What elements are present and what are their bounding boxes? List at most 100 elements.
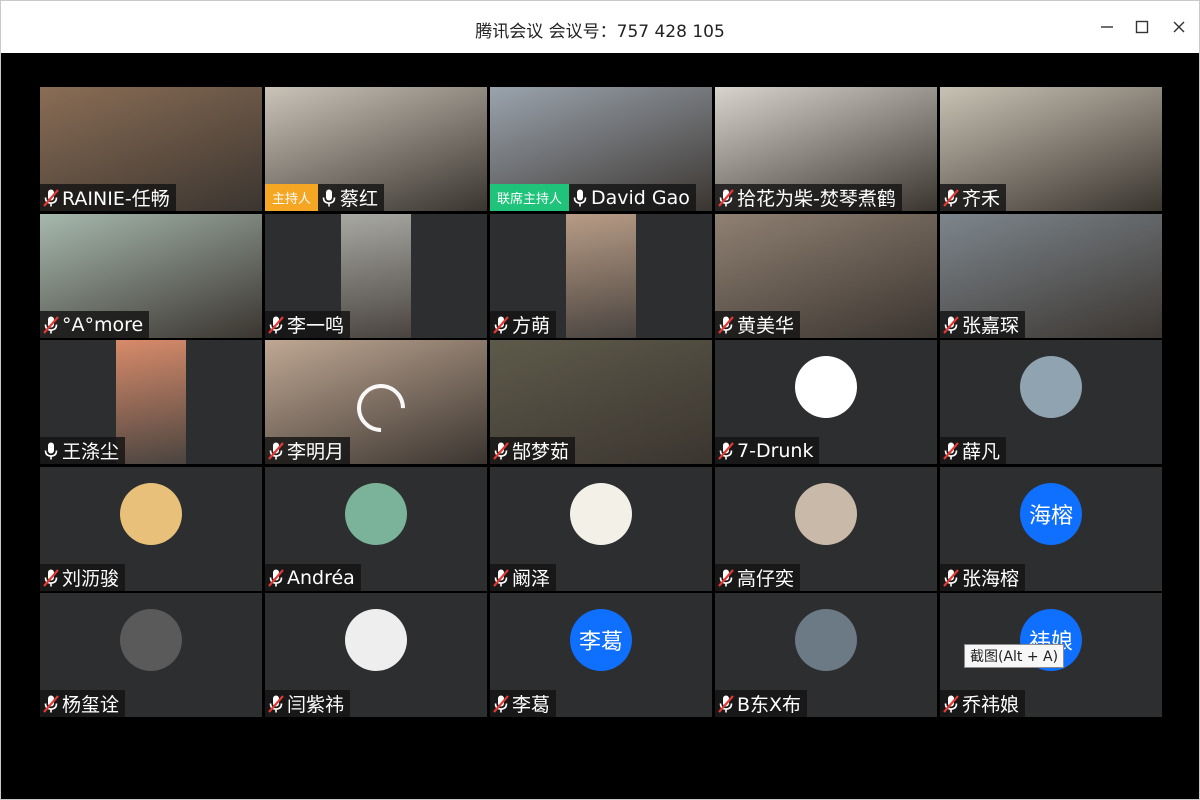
minimize-button[interactable] <box>1093 13 1121 41</box>
participant-tile[interactable]: 齐禾 <box>940 87 1162 211</box>
participant-name-box: 郜梦茹 <box>490 437 576 464</box>
minimize-icon <box>1101 26 1113 28</box>
microphone-muted-icon <box>492 441 510 461</box>
participant-label: °A°more <box>40 311 150 338</box>
participant-label: 闫紫祎 <box>265 690 351 717</box>
microphone-muted-icon <box>717 188 735 208</box>
participant-name: 张嘉琛 <box>962 315 1020 337</box>
microphone-muted-icon <box>492 568 510 588</box>
participant-tile[interactable]: 李明月 <box>265 340 487 464</box>
participant-name: 闫紫祎 <box>287 694 345 716</box>
participant-tile[interactable]: 黄美华 <box>715 214 937 338</box>
microphone-muted-icon <box>942 188 960 208</box>
participant-tile[interactable]: 李一鸣 <box>265 214 487 338</box>
participant-name: 郜梦茹 <box>512 441 570 463</box>
window-title: 腾讯会议 会议号：757 428 105 <box>475 22 725 42</box>
participant-label: 黄美华 <box>715 311 801 338</box>
participant-name: 齐禾 <box>962 188 1001 210</box>
microphone-muted-icon <box>267 315 285 335</box>
participant-label: 高仔奕 <box>715 564 801 591</box>
participant-tile[interactable]: 薛凡 <box>940 340 1162 464</box>
participant-name: David Gao <box>591 186 690 209</box>
participant-tile[interactable]: °A°more <box>40 214 262 338</box>
microphone-muted-icon <box>42 568 60 588</box>
participant-video <box>116 340 186 464</box>
microphone-muted-icon <box>492 694 510 714</box>
microphone-muted-icon <box>942 441 960 461</box>
participant-name: °A°more <box>62 313 144 336</box>
participant-avatar <box>120 609 182 671</box>
microphone-muted-icon <box>267 441 285 461</box>
participant-name: RAINIE-任畅 <box>62 188 170 210</box>
participant-tile[interactable]: 主持人 蔡红 <box>265 87 487 211</box>
avatar-initials: 李葛 <box>578 630 623 655</box>
participant-name-box: David Gao <box>569 184 696 211</box>
participant-label: 郜梦茹 <box>490 437 576 464</box>
participant-tile[interactable]: 拾花为柴-焚琴煮鹤 <box>715 87 937 211</box>
participant-tile[interactable]: 联席主持人 David Gao <box>490 87 712 211</box>
participant-label: 联席主持人 David Gao <box>490 184 696 211</box>
microphone-muted-icon <box>717 568 735 588</box>
participant-tile[interactable]: 海榕张海榕 <box>940 467 1162 591</box>
participant-avatar <box>795 356 857 418</box>
participant-label: 乔祎娘 <box>940 690 1026 717</box>
participant-tile[interactable]: Andréa <box>265 467 487 591</box>
microphone-icon <box>571 188 589 208</box>
participant-label: 李一鸣 <box>265 311 351 338</box>
participant-tile[interactable]: 闫紫祎 <box>265 593 487 717</box>
participant-label: 刘沥骏 <box>40 564 126 591</box>
participant-tile[interactable]: 李葛 李葛 <box>490 593 712 717</box>
participant-video <box>341 214 411 338</box>
participant-name: 蔡红 <box>340 188 379 210</box>
close-button[interactable] <box>1165 13 1193 41</box>
participant-tile[interactable]: B东X布 <box>715 593 937 717</box>
participant-label: B东X布 <box>715 690 808 717</box>
participant-name: 阚泽 <box>512 568 551 590</box>
participant-name: 7-Drunk <box>737 439 814 462</box>
microphone-muted-icon <box>717 694 735 714</box>
participant-name-box: 高仔奕 <box>715 564 801 591</box>
participant-name: B东X布 <box>737 694 802 716</box>
participant-label: 阚泽 <box>490 564 557 591</box>
participant-label: 主持人 蔡红 <box>265 184 385 211</box>
participant-tile[interactable]: 张嘉琛 <box>940 214 1162 338</box>
close-icon <box>1173 21 1185 33</box>
participant-name-box: 李一鸣 <box>265 311 351 338</box>
participant-name-box: RAINIE-任畅 <box>40 184 176 211</box>
participant-name-box: 张嘉琛 <box>940 311 1026 338</box>
participant-avatar <box>570 483 632 545</box>
participant-name-box: 7-Drunk <box>715 437 820 464</box>
participant-tile[interactable]: 刘沥骏 <box>40 467 262 591</box>
cohost-badge: 联席主持人 <box>490 184 570 211</box>
participant-tile[interactable]: 高仔奕 <box>715 467 937 591</box>
participant-label: 王涤尘 <box>40 437 126 464</box>
participant-tile[interactable]: 杨玺诠 <box>40 593 262 717</box>
participant-name-box: 王涤尘 <box>40 437 126 464</box>
participant-label: 李葛 <box>490 690 557 717</box>
participant-label: 拾花为柴-焚琴煮鹤 <box>715 184 902 211</box>
participant-name: 薛凡 <box>962 441 1001 463</box>
title-bar: 腾讯会议 会议号：757 428 105 <box>1 1 1199 53</box>
participant-name-box: 张海榕 <box>940 564 1026 591</box>
participant-name: 王涤尘 <box>62 441 120 463</box>
maximize-icon <box>1135 20 1149 34</box>
participant-tile[interactable]: 王涤尘 <box>40 340 262 464</box>
microphone-muted-icon <box>42 694 60 714</box>
participant-tile[interactable]: 7-Drunk <box>715 340 937 464</box>
participant-name-box: 蔡红 <box>318 184 385 211</box>
participant-name: Andréa <box>287 566 355 589</box>
avatar-initials: 海榕 <box>1028 504 1073 529</box>
participant-tile[interactable]: 阚泽 <box>490 467 712 591</box>
participant-avatar <box>345 609 407 671</box>
participant-tile[interactable]: RAINIE-任畅 <box>40 87 262 211</box>
participant-tile[interactable]: 郜梦茹 <box>490 340 712 464</box>
participant-name-box: 齐禾 <box>940 184 1007 211</box>
participant-name: 李明月 <box>287 441 345 463</box>
participant-label: 张海榕 <box>940 564 1026 591</box>
participant-name-box: 李葛 <box>490 690 557 717</box>
participant-tile[interactable]: 方萌 <box>490 214 712 338</box>
participant-label: 7-Drunk <box>715 437 820 464</box>
microphone-muted-icon <box>717 315 735 335</box>
participant-name: 高仔奕 <box>737 568 795 590</box>
maximize-button[interactable] <box>1128 13 1156 41</box>
